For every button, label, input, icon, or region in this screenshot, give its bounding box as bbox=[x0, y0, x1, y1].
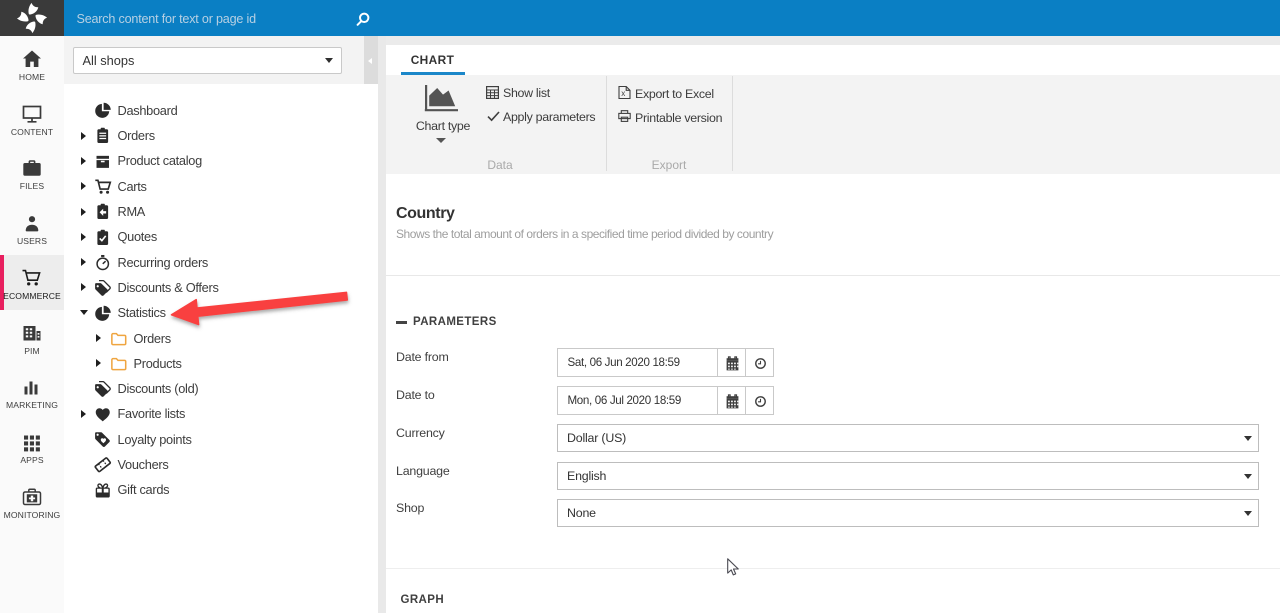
svg-text:x: x bbox=[621, 89, 625, 98]
